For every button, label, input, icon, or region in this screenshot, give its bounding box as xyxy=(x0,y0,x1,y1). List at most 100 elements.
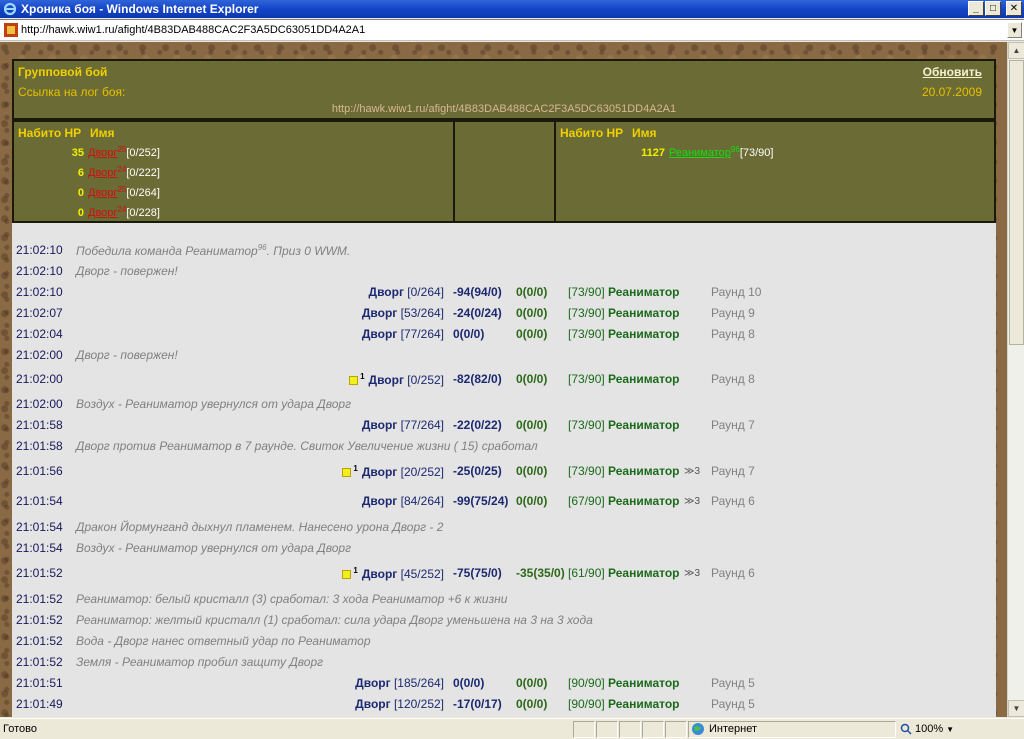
attacker: Дворг [53/264] xyxy=(362,306,444,320)
refresh-link[interactable]: Обновить xyxy=(923,65,982,79)
security-zone[interactable]: Интернет xyxy=(688,720,896,738)
member-hp: 1127 xyxy=(641,147,665,159)
attacker: Дворг [0/264] xyxy=(369,285,444,299)
team-member: 0 Дворг 24 [0/228] xyxy=(18,204,160,222)
defender-name: Реаниматор xyxy=(608,494,680,508)
defender-name: Реаниматор xyxy=(608,676,680,690)
defender: [73/90] Реаниматор xyxy=(568,306,680,320)
attacker-hp: [185/264] xyxy=(393,676,444,690)
defender-name: Реаниматор xyxy=(608,697,680,711)
address-dropdown-icon[interactable]: ▼ xyxy=(1007,22,1022,38)
attacker-hp: [0/264] xyxy=(407,285,444,299)
scroll-icon xyxy=(342,569,352,579)
defender-hp: [73/90] xyxy=(568,372,605,386)
attacker: Дворг [185/264] xyxy=(355,676,444,690)
log-time: 21:01:54 xyxy=(16,541,63,555)
log-url[interactable]: http://hawk.wiw1.ru/afight/4B83DAB488CAC… xyxy=(14,103,994,115)
defender-hp: [67/90] xyxy=(568,494,605,508)
damage-received: -35(35/0) xyxy=(516,566,565,580)
page-icon xyxy=(3,22,19,38)
attacker-hp: [120/252] xyxy=(393,697,444,711)
member-stat: [73/90] xyxy=(739,147,774,159)
log-time: 21:02:04 xyxy=(16,327,63,341)
log-hit: 21:02:07 Дворг [53/264] -24(0/24) 0(0/0) [73… xyxy=(16,303,986,323)
close-button[interactable]: ✕ xyxy=(1006,1,1022,16)
log-message: 21:01:52 Реаниматор: желтый кристалл (1) … xyxy=(16,610,986,630)
globe-icon xyxy=(692,723,704,735)
minimize-button[interactable]: _ xyxy=(968,1,984,16)
zoom-control[interactable]: 100% ▼ xyxy=(896,721,978,738)
log-text: Земля - Реаниматор пробил защиту Дворг xyxy=(76,655,323,669)
defender-hp: [90/90] xyxy=(568,697,605,711)
vertical-scrollbar[interactable]: ▲ ▼ xyxy=(1007,42,1024,717)
log-hit: 21:01:51 Дворг [185/264] 0(0/0) 0(0/0) [90/9… xyxy=(16,673,986,693)
damage-received: 0(0/0) xyxy=(516,306,548,320)
log-text-main: Дворг - повержен! xyxy=(76,348,178,362)
log-text-tail: . Приз 0 WWM. xyxy=(266,243,351,258)
damage-received: 0(0/0) xyxy=(516,327,548,341)
defender: [67/90] Реаниматор xyxy=(568,494,680,508)
defender: [61/90] Реаниматор xyxy=(568,566,680,580)
attacker-name: Дворг xyxy=(361,418,398,432)
log-time: 21:01:56 xyxy=(16,464,63,478)
attacker-hp: [84/264] xyxy=(400,494,444,508)
log-text-main: Дворг против Реаниматор в 7 раунде. Свит… xyxy=(76,439,538,453)
col-name-header: Имя xyxy=(632,126,657,140)
log-text-main: Воздух - Реаниматор увернулся от удара Д… xyxy=(76,541,351,555)
log-message: 21:01:52 Земля - Реаниматор пробил защиту… xyxy=(16,652,986,672)
damage-dealt: 0(0/0) xyxy=(453,676,485,690)
log-hit: 21:02:04 Дворг [77/264] 0(0/0) 0(0/0) [73/90… xyxy=(16,324,986,344)
log-hit: 21:01:58 Дворг [77/264] -22(0/22) 0(0/0) [73… xyxy=(16,415,986,435)
team-right: Набито HP Имя 1127 Реаниматор 96 [73/90] xyxy=(554,120,996,223)
member-name-link[interactable]: Дворг xyxy=(88,167,117,179)
member-stat: [0/228] xyxy=(126,207,160,219)
damage-received: 0(0/0) xyxy=(516,285,548,299)
round-label: Раунд 8 xyxy=(711,327,755,341)
log-message: 21:02:10 Победила команда Реаниматор96. П… xyxy=(16,240,986,260)
log-text: Дворг - повержен! xyxy=(76,348,178,362)
log-time: 21:02:00 xyxy=(16,348,63,362)
attacker-name: Дворг xyxy=(368,285,404,299)
log-text-main: Реаниматор: белый кристалл (3) сработал:… xyxy=(76,592,508,606)
log-time: 21:01:58 xyxy=(16,418,63,432)
scroll-up-icon[interactable]: ▲ xyxy=(1008,42,1024,59)
address-bar[interactable]: http://hawk.wiw1.ru/afight/4B83DAB488CAC… xyxy=(0,19,1024,41)
member-name-link[interactable]: Дворг xyxy=(88,147,117,159)
maximize-button[interactable]: □ xyxy=(985,1,1001,16)
log-text: Победила команда Реаниматор96. Приз 0 WW… xyxy=(76,243,350,258)
damage-received: 0(0/0) xyxy=(516,372,548,386)
member-name-link[interactable]: Дворг xyxy=(88,187,117,199)
attacker: Дворг [77/264] xyxy=(362,327,444,341)
member-hp: 0 xyxy=(77,207,84,219)
log-message: 21:02:10 Дворг - повержен! xyxy=(16,261,986,281)
defender-name: Реаниматор xyxy=(608,372,680,386)
scroll-thumb[interactable] xyxy=(1009,60,1024,345)
round-label: Раунд 5 xyxy=(711,676,755,690)
attacker-name: Дворг xyxy=(361,464,398,479)
damage-dealt: 0(0/0) xyxy=(453,327,485,341)
log-text: Воздух - Реаниматор увернулся от удара Д… xyxy=(76,541,351,555)
damage-received: 0(0/0) xyxy=(516,697,548,711)
fight-type: Групповой бой xyxy=(18,65,108,79)
log-text: Реаниматор: желтый кристалл (1) сработал… xyxy=(76,613,593,627)
defender: [73/90] Реаниматор xyxy=(568,285,680,299)
attacker: Дворг [77/264] xyxy=(362,418,444,432)
member-name-link[interactable]: Дворг xyxy=(88,207,117,219)
zoom-dropdown-icon[interactable]: ▼ xyxy=(946,725,954,734)
round-label: Раунд 7 xyxy=(711,464,755,478)
attacker-hp: [20/252] xyxy=(400,464,444,479)
member-name-link[interactable]: Реаниматор xyxy=(669,147,731,159)
url-field[interactable]: http://hawk.wiw1.ru/afight/4B83DAB488CAC… xyxy=(21,24,365,36)
round-label: Раунд 6 xyxy=(711,566,755,580)
scroll-count: 1 xyxy=(353,463,358,473)
member-stat: [0/222] xyxy=(126,167,160,179)
log-text-main: Дракон Йормунганд дыхнул пламенем. Нанес… xyxy=(76,520,444,534)
scroll-count: 1 xyxy=(360,371,365,381)
defender-hp: [61/90] xyxy=(568,566,605,580)
team-divider xyxy=(455,120,554,223)
member-level: 25 xyxy=(117,184,127,194)
defender: [73/90] Реаниматор xyxy=(568,464,680,478)
damage-received: 0(0/0) xyxy=(516,418,548,432)
scroll-down-icon[interactable]: ▼ xyxy=(1008,700,1024,717)
round-label: Раунд 5 xyxy=(711,697,755,711)
